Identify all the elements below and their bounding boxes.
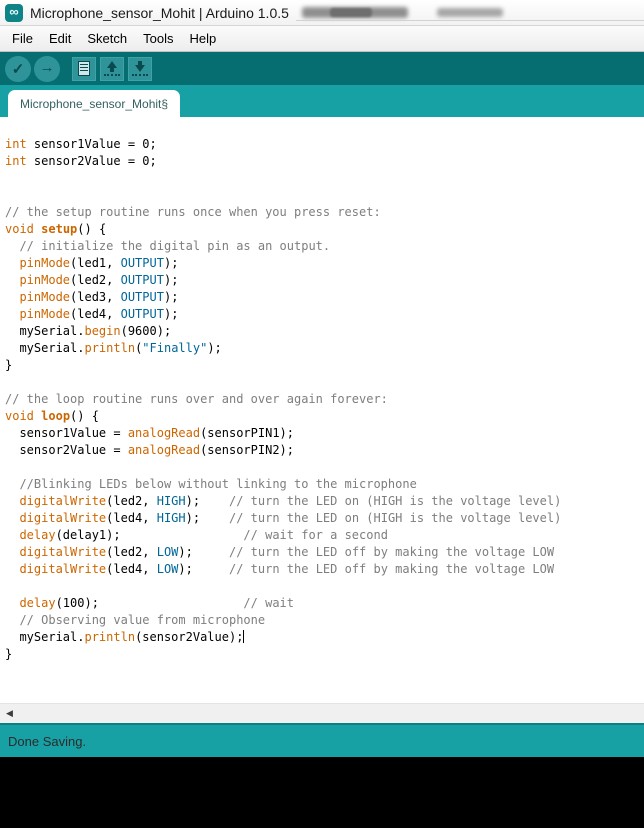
code-area[interactable]: int sensor1Value = 0;int sensor2Value = … [0, 117, 644, 703]
arduino-ide-window: ∞ Microphone_sensor_Mohit | Arduino 1.0.… [0, 0, 644, 828]
menu-bar: FileEditSketchToolsHelp [0, 26, 644, 52]
code-line [5, 170, 644, 187]
code-line [5, 459, 644, 476]
code-line: pinMode(led1, OUTPUT); [5, 255, 644, 272]
code-line [5, 374, 644, 391]
code-line: sensor1Value = analogRead(sensorPIN1); [5, 425, 644, 442]
redacted-blur [330, 8, 372, 17]
code-line: } [5, 357, 644, 374]
code-line: } [5, 646, 644, 663]
title-bar: ∞ Microphone_sensor_Mohit | Arduino 1.0.… [0, 0, 644, 26]
arrow-down-icon [135, 65, 145, 72]
window-title: Microphone_sensor_Mohit | Arduino 1.0.5 [30, 5, 289, 21]
document-icon [78, 61, 90, 76]
code-line: // the setup routine runs once when you … [5, 204, 644, 221]
menu-item-file[interactable]: File [4, 27, 41, 50]
text-caret [243, 630, 244, 643]
new-sketch-button[interactable] [72, 57, 96, 81]
save-button[interactable] [128, 57, 152, 81]
code-line [5, 187, 644, 204]
code-line: delay(delay1); // wait for a second [5, 527, 644, 544]
arrow-right-icon: → [40, 59, 55, 76]
code-line: mySerial.begin(9600); [5, 323, 644, 340]
horizontal-scrollbar[interactable]: ◀ [0, 703, 644, 723]
scroll-left-icon[interactable]: ◀ [2, 706, 17, 721]
code-line: void setup() { [5, 221, 644, 238]
code-line: digitalWrite(led2, HIGH); // turn the LE… [5, 493, 644, 510]
code-line: sensor2Value = analogRead(sensorPIN2); [5, 442, 644, 459]
arduino-logo-icon: ∞ [5, 4, 23, 22]
tab-microphone-sensor-mohit[interactable]: Microphone_sensor_Mohit§ [8, 90, 180, 117]
upload-button[interactable]: → [34, 56, 60, 82]
code-line: pinMode(led3, OUTPUT); [5, 289, 644, 306]
code-line: // Observing value from microphone [5, 612, 644, 629]
code-line: int sensor1Value = 0; [5, 136, 644, 153]
open-button[interactable] [100, 57, 124, 81]
code-line: mySerial.println("Finally"); [5, 340, 644, 357]
code-line: digitalWrite(led2, LOW); // turn the LED… [5, 544, 644, 561]
code-line: //Blinking LEDs below without linking to… [5, 476, 644, 493]
tab-strip: Microphone_sensor_Mohit§ [0, 85, 644, 117]
check-icon: ✓ [12, 60, 25, 78]
code-line: delay(100); // wait [5, 595, 644, 612]
menu-item-sketch[interactable]: Sketch [79, 27, 135, 50]
code-line: pinMode(led4, OUTPUT); [5, 306, 644, 323]
code-line: int sensor2Value = 0; [5, 153, 644, 170]
code-line [5, 578, 644, 595]
code-line: digitalWrite(led4, HIGH); // turn the LE… [5, 510, 644, 527]
tool-bar: ✓ → [0, 52, 644, 85]
code-line: pinMode(led2, OUTPUT); [5, 272, 644, 289]
status-message: Done Saving. [8, 734, 86, 749]
arrow-up-icon [107, 61, 117, 68]
tab-label: Microphone_sensor_Mohit§ [20, 97, 168, 111]
console-output[interactable] [0, 757, 644, 828]
code-line: // initialize the digital pin as an outp… [5, 238, 644, 255]
code-line: digitalWrite(led4, LOW); // turn the LED… [5, 561, 644, 578]
menu-item-edit[interactable]: Edit [41, 27, 79, 50]
redacted-blur [437, 8, 503, 17]
divider [296, 20, 644, 21]
code-line: // the loop routine runs over and over a… [5, 391, 644, 408]
status-bar: Done Saving. [0, 723, 644, 757]
verify-button[interactable]: ✓ [5, 56, 31, 82]
menu-item-help[interactable]: Help [181, 27, 224, 50]
code-line: mySerial.println(sensor2Value); [5, 629, 644, 646]
menu-item-tools[interactable]: Tools [135, 27, 181, 50]
code-line: void loop() { [5, 408, 644, 425]
